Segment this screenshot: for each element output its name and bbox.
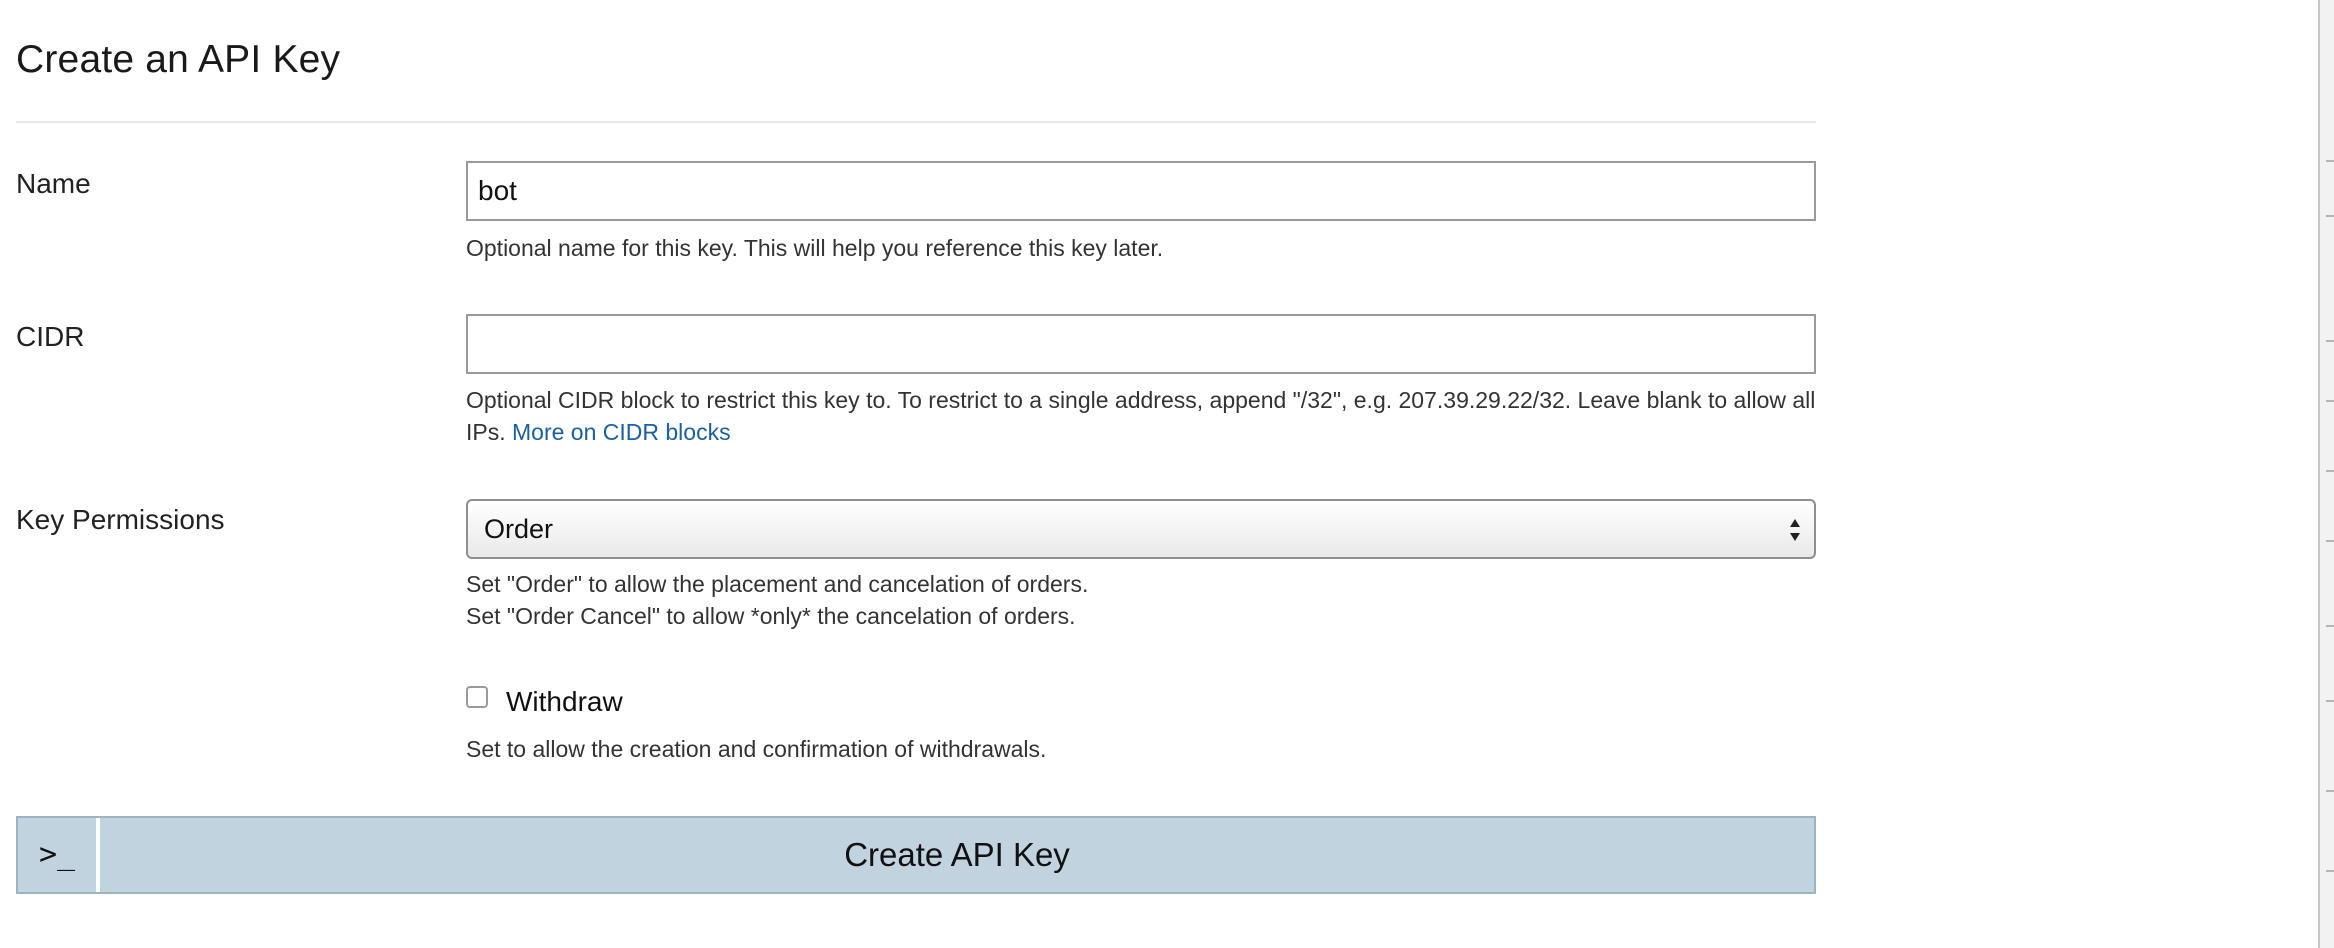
key-permissions-selected-value: Order bbox=[484, 514, 554, 544]
window-right-edge bbox=[2318, 0, 2334, 948]
create-api-key-page: Create an API Key Name Optional name for… bbox=[0, 0, 2334, 948]
edge-tick bbox=[2326, 625, 2334, 627]
terminal-prompt-icon: >_ bbox=[18, 818, 100, 892]
edge-tick bbox=[2326, 870, 2334, 872]
edge-tick bbox=[2326, 700, 2334, 702]
create-api-key-button-label: Create API Key bbox=[844, 836, 1070, 873]
withdraw-label[interactable]: Withdraw bbox=[506, 686, 623, 718]
edge-tick bbox=[2326, 790, 2334, 792]
create-api-key-button[interactable]: >_ Create API Key bbox=[16, 816, 1816, 894]
cidr-label: CIDR bbox=[16, 321, 85, 352]
name-input[interactable] bbox=[466, 161, 1816, 221]
withdraw-help-text: Set to allow the creation and confirmati… bbox=[466, 736, 1047, 762]
cidr-input[interactable] bbox=[466, 314, 1816, 374]
select-arrows-icon bbox=[1790, 519, 1800, 541]
name-help-text: Optional name for this key. This will he… bbox=[466, 235, 1164, 261]
edge-tick bbox=[2326, 400, 2334, 402]
key-permissions-help-line-2: Set "Order Cancel" to allow *only* the c… bbox=[466, 603, 1076, 629]
edge-tick bbox=[2326, 160, 2334, 162]
key-permissions-help-line-1: Set "Order" to allow the placement and c… bbox=[466, 571, 1089, 597]
cidr-blocks-link[interactable]: More on CIDR blocks bbox=[512, 419, 731, 445]
edge-tick bbox=[2326, 470, 2334, 472]
key-permissions-select[interactable]: Order bbox=[466, 499, 1816, 559]
edge-tick bbox=[2326, 215, 2334, 217]
withdraw-checkbox[interactable] bbox=[466, 686, 488, 708]
key-permissions-label: Key Permissions bbox=[16, 504, 225, 535]
page-title: Create an API Key bbox=[16, 38, 341, 81]
edge-tick bbox=[2326, 540, 2334, 542]
edge-tick bbox=[2326, 340, 2334, 342]
title-divider bbox=[16, 121, 1816, 123]
name-label: Name bbox=[16, 168, 91, 199]
cidr-help-text: Optional CIDR block to restrict this key… bbox=[466, 384, 1826, 448]
